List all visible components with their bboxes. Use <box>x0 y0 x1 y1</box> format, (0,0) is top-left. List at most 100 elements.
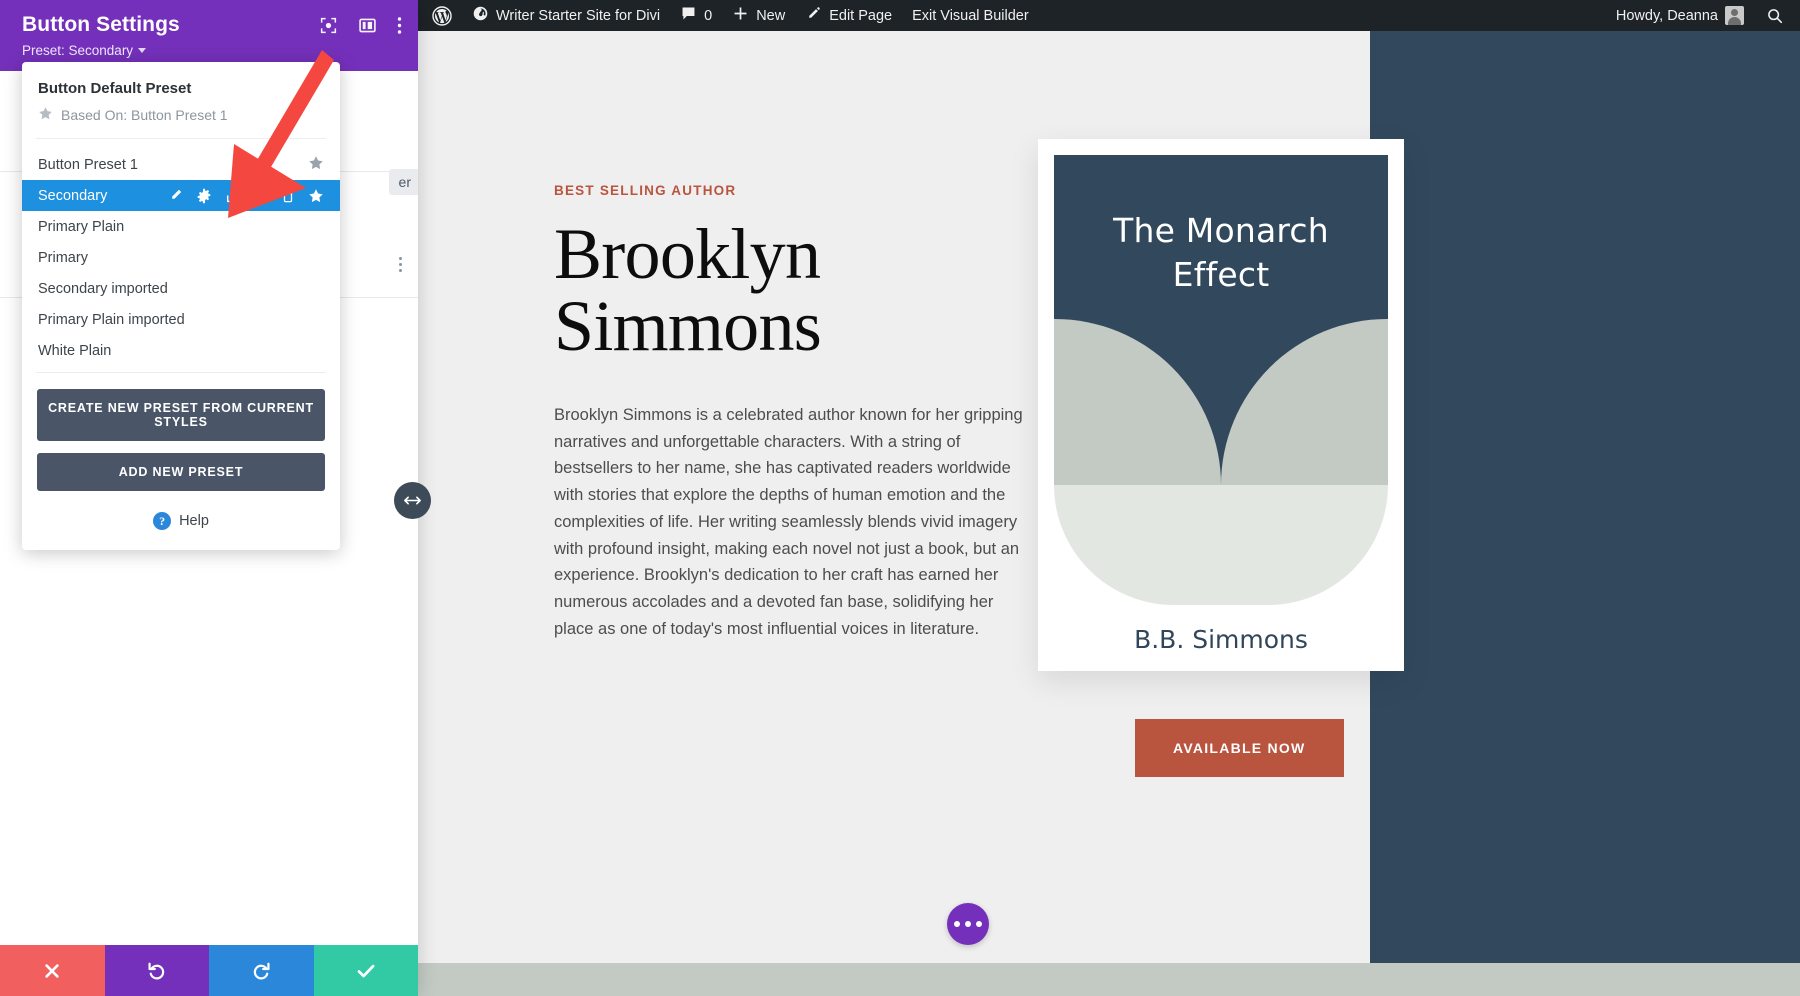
create-new-preset-button[interactable]: CREATE NEW PRESET FROM CURRENT STYLES <box>37 389 325 441</box>
book-author-name: B.B. Simmons <box>1134 625 1308 654</box>
preset-item-label: Secondary imported <box>38 280 168 297</box>
howdy-label: Howdy, Deanna <box>1615 7 1718 24</box>
dot <box>399 257 402 260</box>
save-button[interactable] <box>313 945 418 996</box>
book-title: The Monarch Effect <box>1054 209 1388 297</box>
book-cover-lower-artwork <box>1054 485 1388 605</box>
comments-count: 0 <box>704 7 713 24</box>
preset-item-primary-plain[interactable]: Primary Plain <box>22 211 340 242</box>
wordpress-admin-bar: Writer Starter Site for Divi 0 New Edit … <box>418 0 1800 31</box>
preset-item-label: Primary Plain imported <box>38 311 185 328</box>
book-cover-artwork: The Monarch Effect <box>1054 155 1388 485</box>
undo-button[interactable] <box>104 945 209 996</box>
settings-tab-label[interactable]: er <box>388 169 418 195</box>
responsive-preview-icon[interactable] <box>319 16 338 35</box>
set-default-star-icon[interactable] <box>308 155 324 175</box>
book-title-line-1: The Monarch <box>1113 211 1329 250</box>
search-icon[interactable] <box>1764 5 1786 27</box>
user-avatar-icon <box>1725 6 1744 25</box>
comments-menu[interactable]: 0 <box>670 0 722 31</box>
help-link[interactable]: ? Help <box>22 503 340 544</box>
hero-eyebrow: BEST SELLING AUTHOR <box>554 183 737 198</box>
site-name-label: Writer Starter Site for Divi <box>496 7 661 24</box>
redo-arrow-icon <box>253 962 270 980</box>
settings-footer-toolbar <box>0 945 418 996</box>
account-menu[interactable]: Howdy, Deanna <box>1602 0 1754 31</box>
based-on-label: Based On: Button Preset 1 <box>61 107 228 123</box>
page-title: Brooklyn Simmons <box>554 218 1114 362</box>
preset-list: Button Preset 1 Secondary Primary Plain … <box>22 139 340 372</box>
preset-item-secondary[interactable]: Secondary <box>22 180 340 211</box>
edit-page-label: Edit Page <box>829 7 893 24</box>
help-label: Help <box>179 513 209 529</box>
star-icon <box>38 106 53 124</box>
preset-dropdown-panel: Button Default Preset Based On: Button P… <box>22 62 340 550</box>
pencil-icon <box>805 5 822 26</box>
hero-body-text: Brooklyn Simmons is a celebrated author … <box>554 406 1023 638</box>
available-now-button[interactable]: AVAILABLE NOW <box>1135 719 1344 777</box>
preset-item-label: Primary Plain <box>38 218 125 235</box>
preset-item-secondary-imported[interactable]: Secondary imported <box>22 273 340 304</box>
settings-header: Button Settings Preset: Secondary <box>0 0 418 71</box>
based-on-row: Based On: Button Preset 1 <box>38 106 324 124</box>
preset-item-button-preset-1[interactable]: Button Preset 1 <box>22 149 340 180</box>
preset-selector[interactable]: Preset: Secondary <box>22 43 402 58</box>
delete-preset-icon[interactable] <box>281 188 295 204</box>
default-preset-name: Button Default Preset <box>38 80 192 97</box>
redo-button[interactable] <box>209 945 314 996</box>
rename-preset-icon[interactable] <box>168 188 183 203</box>
book-cover-card[interactable]: The Monarch Effect B.B. Simmons <box>1038 139 1404 671</box>
preset-item-label: Primary <box>38 249 88 266</box>
preset-item-primary[interactable]: Primary <box>22 242 340 273</box>
visual-builder-canvas: BEST SELLING AUTHOR Brooklyn Simmons Bro… <box>418 31 1800 963</box>
settings-title: Button Settings <box>22 13 180 36</box>
cancel-button[interactable] <box>0 945 105 996</box>
layout-columns-icon[interactable] <box>358 16 377 35</box>
checkmark-icon <box>357 964 375 977</box>
settings-row-menu-icon[interactable] <box>399 257 402 272</box>
exit-visual-builder-label: Exit Visual Builder <box>912 7 1029 24</box>
duplicate-preset-icon[interactable] <box>253 188 268 204</box>
petal-left-shape <box>1054 319 1221 485</box>
edit-page-menu[interactable]: Edit Page <box>795 0 902 31</box>
dot <box>399 263 402 266</box>
site-name-menu[interactable]: Writer Starter Site for Divi <box>462 0 670 31</box>
preset-settings-gear-icon[interactable] <box>196 188 212 204</box>
horizontal-resize-arrows-icon <box>404 496 421 505</box>
builder-settings-fab[interactable] <box>947 903 989 945</box>
preset-item-primary-plain-imported[interactable]: Primary Plain imported <box>22 304 340 335</box>
undo-arrow-icon <box>148 962 165 980</box>
petal-lower-right-shape <box>1221 485 1388 605</box>
preset-item-label: White Plain <box>38 342 112 359</box>
ellipsis-dot <box>954 921 960 927</box>
preset-action-buttons: CREATE NEW PRESET FROM CURRENT STYLES AD… <box>22 373 340 491</box>
ellipsis-dot <box>976 921 982 927</box>
petal-lower-left-shape <box>1054 485 1221 605</box>
wordpress-logo-menu[interactable] <box>418 0 462 31</box>
panel-resize-handle[interactable] <box>394 482 431 519</box>
comment-bubble-icon <box>680 5 697 26</box>
canvas-bottom-strip <box>418 963 1800 996</box>
preset-item-white-plain[interactable]: White Plain <box>22 335 340 366</box>
export-preset-icon[interactable] <box>225 188 240 204</box>
close-x-icon <box>45 963 59 978</box>
book-title-line-2: Effect <box>1172 255 1270 295</box>
add-new-preset-button[interactable]: ADD NEW PRESET <box>37 453 325 491</box>
hero-text-block: BEST SELLING AUTHOR Brooklyn Simmons Bro… <box>554 183 1114 642</box>
question-mark-icon: ? <box>153 512 172 530</box>
wordpress-logo-icon <box>432 5 452 26</box>
hero-title-line-2: Simmons <box>554 286 822 366</box>
plus-icon <box>732 5 749 26</box>
preset-item-label: Button Preset 1 <box>38 156 138 173</box>
new-content-menu[interactable]: New <box>722 0 795 31</box>
dashboard-icon <box>472 5 489 26</box>
dot <box>399 269 402 272</box>
vertical-dots-icon[interactable] <box>397 16 402 35</box>
preset-item-label: Secondary <box>38 187 108 204</box>
preset-item-actions <box>168 188 324 204</box>
set-default-star-icon[interactable] <box>308 188 324 204</box>
exit-visual-builder-link[interactable]: Exit Visual Builder <box>902 0 1039 31</box>
new-label: New <box>756 7 786 24</box>
ellipsis-dot <box>965 921 971 927</box>
hero-title-line-1: Brooklyn <box>554 214 821 294</box>
